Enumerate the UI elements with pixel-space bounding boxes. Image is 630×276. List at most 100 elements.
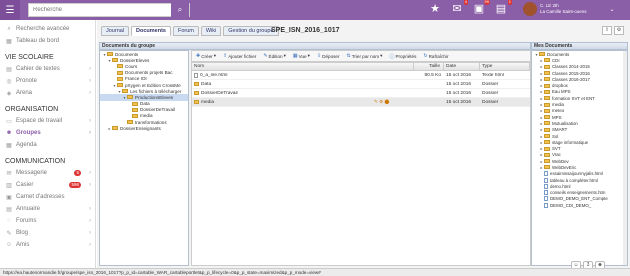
- edit-button[interactable]: ✎ Édition ▾: [263, 53, 286, 59]
- deposit-button[interactable]: ⇩ Déposer: [317, 53, 340, 59]
- mail-icon[interactable]: ✉ 4: [450, 0, 468, 16]
- tree-item[interactable]: DEMO_CDI_DEMO_: [532, 202, 627, 208]
- table-row[interactable]: media ✎ ⚙ ⬤ 15 oct 2016 Dossier: [192, 98, 530, 107]
- sort-button[interactable]: ⇅ Trier par nom ▾: [347, 53, 383, 59]
- locker-badge: 596: [69, 182, 81, 188]
- chevron-right-icon: ›: [89, 118, 91, 124]
- folder-icon: [544, 134, 550, 138]
- sidebar-item-agenda[interactable]: ▦ Agenda: [0, 139, 95, 151]
- menu-icon[interactable]: ☰: [0, 0, 20, 20]
- user-role: La Camille Saint-ouens: [540, 9, 587, 14]
- create-button[interactable]: ✚ Créer ▾: [196, 53, 216, 59]
- folder-icon: [107, 52, 113, 57]
- folder-icon: [194, 91, 199, 95]
- sidebar-item-address-book[interactable]: ▣ Carnet d'adresses: [0, 191, 95, 203]
- sidebar-item-messaging[interactable]: ✉ Messagerie 5 ›: [0, 167, 95, 179]
- column-size[interactable]: Taille: [414, 63, 444, 70]
- tree-item-label: Sol: [552, 133, 559, 139]
- file-date: 15 oct 2016: [446, 72, 472, 78]
- main-content: Journal Documents Forum Wiki Gestion du …: [97, 20, 630, 268]
- calendar-icon: ▦: [6, 142, 12, 149]
- user-info: C. LE 2th La Camille Saint-ouens: [540, 3, 587, 15]
- chevron-down-icon[interactable]: ⌄: [610, 6, 615, 13]
- notification-icon[interactable]: ▤ 1: [494, 0, 512, 16]
- tab-forum[interactable]: Forum: [173, 26, 199, 36]
- table-row[interactable]: 0_a_lire.html 80.5 Ko 15 oct 2016 Texte htm…: [192, 71, 530, 80]
- my-documents-header: Mes Documents: [531, 42, 628, 50]
- folder-icon: [544, 127, 550, 132]
- folder-icon: [112, 126, 118, 131]
- book-icon: ▤: [6, 66, 12, 73]
- file-name: DossierDeTravail: [201, 90, 238, 96]
- sidebar-item-locker[interactable]: ▥ Casier 596 ›: [0, 179, 95, 191]
- upload-icon: ⇧: [223, 53, 228, 59]
- folder-icon: [194, 100, 199, 104]
- chevron-right-icon: ›: [89, 242, 91, 248]
- sidebar-item-blog[interactable]: ✎ Blog ›: [0, 227, 95, 239]
- folder-icon: [544, 108, 550, 113]
- search-icon: ⌕: [7, 25, 11, 32]
- scrollbar[interactable]: [623, 51, 627, 265]
- sidebar-item-friends[interactable]: ☺ Amis ›: [0, 239, 95, 251]
- share-icon[interactable]: ⇪: [602, 26, 612, 35]
- folder-icon: [544, 64, 550, 69]
- column-date[interactable]: Date: [444, 63, 480, 70]
- file-name: Data: [201, 81, 212, 87]
- view-icon: ▦: [292, 53, 298, 59]
- row-actions-icon[interactable]: ✎ ⚙ ⬤: [374, 99, 389, 105]
- settings-icon[interactable]: ⚙: [614, 26, 624, 35]
- tab-documents[interactable]: Documents: [131, 26, 171, 36]
- sidebar-item-label: Blog: [16, 230, 29, 236]
- briefcase-icon: ▭: [6, 118, 12, 125]
- tree-item-label: DossierEleves: [120, 57, 150, 63]
- column-name[interactable]: Nom: [192, 63, 414, 70]
- add-file-button[interactable]: ⇧ Ajouter fichier: [223, 53, 256, 59]
- folder-icon: [544, 83, 550, 88]
- star-icon[interactable]: ★: [428, 2, 442, 16]
- folder-icon: [127, 120, 133, 125]
- tab-wiki[interactable]: Wiki: [200, 26, 222, 36]
- chat-icon[interactable]: ▣ 99: [472, 0, 490, 16]
- search-icon[interactable]: ⌕: [171, 3, 189, 17]
- sidebar-item-advanced-search[interactable]: ⌕ Recherche avancée: [0, 23, 95, 35]
- file-date: 15 oct 2016: [446, 81, 472, 87]
- folder-icon: [544, 96, 550, 101]
- sidebar-item-label: Tableau de bord: [16, 38, 60, 44]
- tree-item-label: Classes 2015-2016: [552, 70, 590, 76]
- messages-badge: 99: [483, 0, 490, 5]
- sidebar-item-forums[interactable]: ◌ Forums ›: [0, 215, 95, 227]
- sidebar-item-label: Casier: [16, 182, 34, 188]
- view-button[interactable]: ▦ Vue ▾: [293, 53, 310, 59]
- sidebar-item-workspace[interactable]: ▭ Espace de travail ›: [0, 115, 95, 127]
- chevron-right-icon: ›: [89, 66, 91, 72]
- dashboard-icon: ▦: [6, 38, 12, 45]
- folder-icon: [544, 89, 550, 94]
- column-type[interactable]: Type: [480, 63, 530, 70]
- file-icon: [544, 202, 548, 208]
- sidebar-item-arena[interactable]: ◈ Arena ›: [0, 87, 95, 99]
- folder-icon: [539, 52, 545, 57]
- sidebar-item-label: Forums: [16, 218, 37, 224]
- folder-icon: [117, 76, 123, 81]
- sidebar-item-homework[interactable]: ▤ Cahier de textes ›: [0, 63, 95, 75]
- table-row[interactable]: Data 15 oct 2016 Dossier: [192, 80, 530, 89]
- plus-icon: ✚: [196, 53, 201, 59]
- properties-button[interactable]: ⓘ Propriétés: [389, 53, 416, 60]
- group-documents-header: Documents du groupe: [99, 42, 531, 50]
- sidebar-item-groups[interactable]: ☻ Groupes ›: [0, 127, 95, 139]
- sidebar-item-dashboard[interactable]: ▦ Tableau de bord: [0, 35, 95, 47]
- avatar: [523, 2, 537, 16]
- folder-icon: [544, 121, 550, 126]
- tab-journal[interactable]: Journal: [101, 26, 130, 36]
- refresh-button[interactable]: ↻ Rafraîchir: [423, 53, 448, 59]
- search-input[interactable]: [29, 4, 167, 16]
- tree-item[interactable]: ▾ pXygen et Edition CrossMe: [100, 82, 188, 88]
- user-menu[interactable]: C. LE 2th La Camille Saint-ouens ⌄: [523, 2, 615, 16]
- table-row[interactable]: DossierDeTravail 15 oct 2016 Dossier: [192, 89, 530, 98]
- tree-item[interactable]: ▸ DossierEnseignants: [100, 125, 188, 131]
- sidebar-item-label: Amis: [16, 242, 30, 248]
- tree-item-label: Eau MPS: [552, 89, 571, 95]
- sidebar-item-pronote[interactable]: ◎ Pronote ›: [0, 75, 95, 87]
- chevron-right-icon: ›: [89, 182, 91, 188]
- sidebar-item-directory[interactable]: ▤ Annuaire ›: [0, 203, 95, 215]
